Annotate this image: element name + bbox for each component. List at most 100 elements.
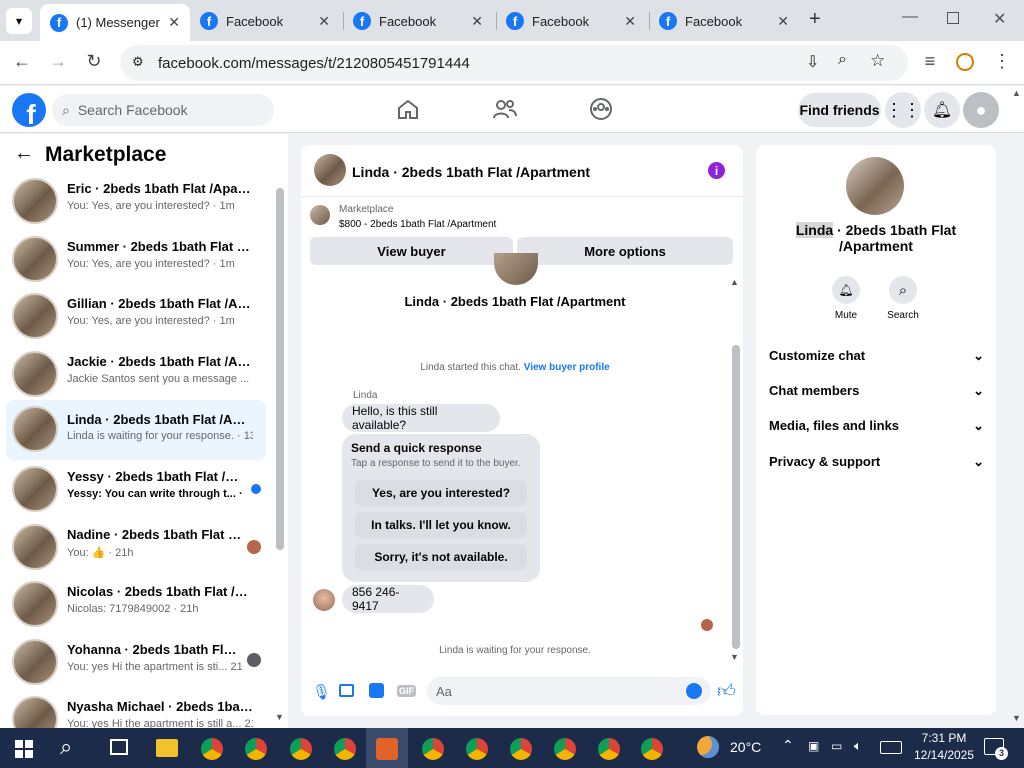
conversation-item[interactable]: Gillian · 2beds 1bath Flat /Apart... You:… xyxy=(6,289,266,345)
message-bubble[interactable]: Hello, is this still available? xyxy=(342,404,500,432)
forward-icon[interactable]: → xyxy=(46,51,70,72)
page-scroll-up-icon[interactable]: ▲ xyxy=(1012,88,1021,98)
conversation-item[interactable]: Yohanna · 2beds 1bath Flat /A... You: yes… xyxy=(6,635,266,691)
back-icon[interactable]: ← xyxy=(10,51,34,72)
view-buyer-button[interactable]: View buyer xyxy=(310,237,513,265)
emoji-icon[interactable] xyxy=(686,683,702,699)
close-tab-icon[interactable]: ✕ xyxy=(318,13,330,30)
tray-chevron-icon[interactable]: ⌃ xyxy=(782,737,794,754)
restore-icon[interactable] xyxy=(947,12,959,24)
quick-response-not-available-button[interactable]: Sorry, it's not available. xyxy=(355,544,527,570)
chrome-icon[interactable] xyxy=(510,738,532,760)
conversation-item[interactable]: Eric · 2beds 1bath Flat /Apartme... You: … xyxy=(6,174,266,230)
message-input[interactable]: Aa xyxy=(427,677,711,705)
browser-tab-facebook-2[interactable]: f Facebook ✕ xyxy=(343,6,493,36)
media-files-links-section[interactable]: Media, files and links ⌄ xyxy=(769,418,984,434)
conversation-item[interactable]: Nadine · 2beds 1bath Flat /Ap... You: 👍 ·… xyxy=(6,520,266,576)
microphone-icon[interactable]: 🎙︎ xyxy=(312,683,331,701)
chrome-icon[interactable] xyxy=(334,738,356,760)
details-avatar[interactable] xyxy=(846,157,904,215)
chrome-icon[interactable] xyxy=(290,738,312,760)
home-icon[interactable] xyxy=(396,98,420,120)
task-view-icon[interactable] xyxy=(110,739,128,755)
facebook-search-input[interactable]: ⌕ Search Facebook xyxy=(52,94,274,126)
chrome-icon[interactable] xyxy=(554,738,576,760)
chrome-icon[interactable] xyxy=(598,738,620,760)
conversation-item[interactable]: Nyasha Michael · 2beds 1bath Fl... You: y… xyxy=(6,692,266,728)
bookmark-star-icon[interactable]: ☆ xyxy=(870,51,885,71)
keyboard-icon[interactable] xyxy=(880,741,902,754)
clock-time[interactable]: 7:31 PM xyxy=(914,731,974,745)
more-options-button[interactable]: More options xyxy=(517,237,733,265)
chat-header-title[interactable]: Linda · 2beds 1bath Flat /Apartment xyxy=(352,164,590,180)
message-bubble[interactable]: 856 246-9417 xyxy=(342,585,434,613)
sticker-icon[interactable] xyxy=(369,683,384,698)
volume-icon[interactable]: 🔈︎ xyxy=(854,738,862,754)
close-window-icon[interactable]: ✕ xyxy=(993,9,1006,29)
like-thumb-icon[interactable]: 👍︎ xyxy=(717,680,736,702)
tab-search-button[interactable]: ▾ xyxy=(6,8,32,34)
browser-tab-facebook-4[interactable]: f Facebook ✕ xyxy=(649,6,799,36)
notifications-bell-icon[interactable]: 🔔︎ xyxy=(924,92,960,128)
network-icon[interactable]: ▭ xyxy=(831,739,842,753)
browser-tab-messenger[interactable]: f (1) Messenger | Facebook ✕ xyxy=(40,4,190,41)
tray-icon[interactable]: ▣ xyxy=(808,739,819,753)
browser-tab-facebook-1[interactable]: f Facebook ✕ xyxy=(190,6,340,36)
file-explorer-icon[interactable] xyxy=(156,739,178,757)
profile-icon[interactable] xyxy=(956,53,974,71)
chrome-icon[interactable] xyxy=(466,738,488,760)
chat-scroll-up-icon[interactable]: ▲ xyxy=(730,277,739,287)
listing-thumbnail[interactable] xyxy=(310,205,330,225)
chrome-icon[interactable] xyxy=(641,738,663,760)
close-tab-icon[interactable]: ✕ xyxy=(471,13,483,30)
close-tab-icon[interactable]: ✕ xyxy=(777,13,789,30)
conversation-item-selected[interactable]: Linda · 2beds 1bath Flat /Apart... Linda … xyxy=(6,400,266,460)
listing-price-title[interactable]: $800 - 2beds 1bath Flat /Apartment xyxy=(339,219,496,230)
quick-response-in-talks-button[interactable]: In talks. I'll let you know. xyxy=(355,512,527,538)
chat-scrollbar[interactable] xyxy=(732,345,740,649)
privacy-support-section[interactable]: Privacy & support ⌄ xyxy=(769,454,984,470)
menu-grid-icon[interactable]: ⋮⋮ xyxy=(885,92,921,128)
quick-response-yes-button[interactable]: Yes, are you interested? xyxy=(355,480,527,506)
address-bar[interactable]: ⚙ facebook.com/messages/t/21208054517914… xyxy=(120,45,908,81)
chrome-icon[interactable] xyxy=(201,738,223,760)
chrome-icon[interactable] xyxy=(245,738,267,760)
taskbar-search-icon[interactable]: ⌕ xyxy=(60,734,72,760)
conversation-item[interactable]: Nicolas · 2beds 1bath Flat /Apar... Nicol… xyxy=(6,577,266,633)
conversation-item[interactable]: Yessy · 2beds 1bath Flat /Apart... Yessy:… xyxy=(6,462,266,518)
browser-tab-facebook-3[interactable]: f Facebook ✕ xyxy=(496,6,646,36)
mute-bell-icon[interactable]: 🔔︎ xyxy=(832,276,860,304)
chat-header-avatar[interactable] xyxy=(314,154,346,186)
conversation-item[interactable]: Summer · 2beds 1bath Flat /Apa... You: Ye… xyxy=(6,232,266,288)
facebook-logo-icon[interactable]: f xyxy=(12,93,46,127)
chat-members-section[interactable]: Chat members ⌄ xyxy=(769,383,984,399)
close-tab-icon[interactable]: ✕ xyxy=(624,13,636,30)
weather-temp[interactable]: 20°C xyxy=(730,739,761,755)
new-tab-icon[interactable]: + xyxy=(809,8,821,31)
install-app-icon[interactable]: ⇩ xyxy=(806,52,819,72)
chrome-icon[interactable] xyxy=(422,738,444,760)
photo-icon[interactable] xyxy=(339,684,354,697)
close-tab-icon[interactable]: ✕ xyxy=(168,14,180,31)
customize-chat-section[interactable]: Customize chat ⌄ xyxy=(769,348,984,364)
scroll-down-icon[interactable]: ▼ xyxy=(275,712,284,722)
weather-icon[interactable] xyxy=(697,736,719,758)
site-info-icon[interactable]: ⚙ xyxy=(132,54,144,70)
clock-date[interactable]: 12/14/2025 xyxy=(909,748,979,762)
search-icon[interactable]: ⌕ xyxy=(889,276,917,304)
browser-menu-icon[interactable]: ⋮ xyxy=(990,51,1014,72)
groups-icon[interactable] xyxy=(589,97,613,121)
page-scroll-down-icon[interactable]: ▼ xyxy=(1012,713,1021,723)
find-friends-button[interactable]: Find friends xyxy=(798,93,881,127)
account-avatar-icon[interactable]: ● xyxy=(963,92,999,128)
sidebar-scrollbar[interactable] xyxy=(276,188,284,550)
media-control-icon[interactable]: ≡ xyxy=(918,51,942,72)
view-buyer-profile-link[interactable]: View buyer profile xyxy=(524,362,610,373)
chat-scroll-down-icon[interactable]: ▼ xyxy=(730,652,739,662)
back-arrow-icon[interactable]: ← xyxy=(14,142,34,165)
conversation-item[interactable]: Jackie · 2beds 1bath Flat /Apart... Jacki… xyxy=(6,347,266,403)
gif-icon[interactable]: GIF xyxy=(397,685,416,697)
app-icon[interactable] xyxy=(376,738,398,760)
windows-start-icon[interactable] xyxy=(15,740,33,758)
zoom-icon[interactable]: ⌕ xyxy=(838,51,847,69)
